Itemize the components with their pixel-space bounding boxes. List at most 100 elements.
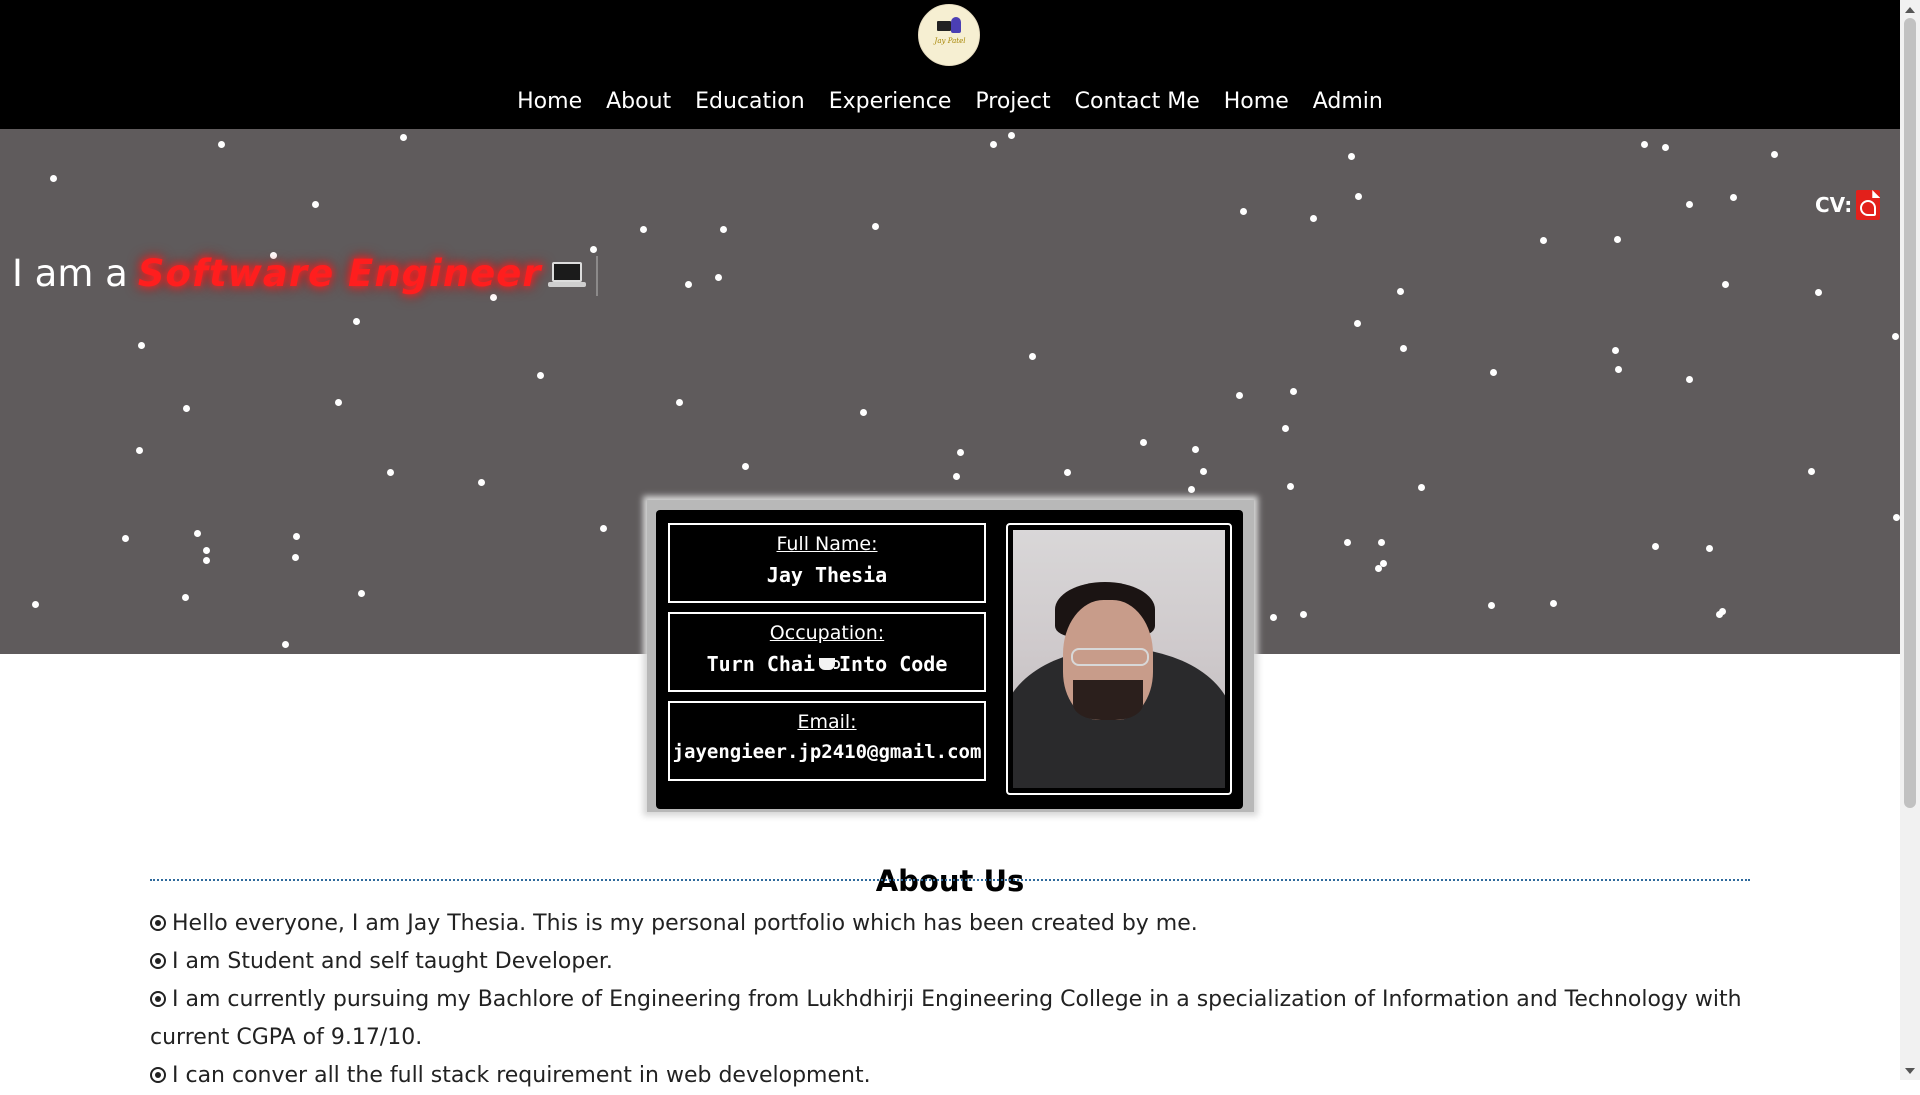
star-dot: [1540, 237, 1547, 244]
star-dot: [1287, 483, 1294, 490]
cv-label: CV:: [1815, 193, 1853, 217]
occupation-box: Occupation: Turn Chai Into Code: [668, 612, 986, 692]
typing-headline: I am a Software Engineer: [12, 252, 598, 296]
star-dot: [685, 281, 692, 288]
laptop-icon: [547, 262, 586, 288]
nav-admin[interactable]: Admin: [1301, 84, 1395, 120]
star-dot: [1893, 514, 1900, 521]
star-dot: [1290, 388, 1297, 395]
star-dot: [138, 342, 145, 349]
star-dot: [312, 201, 319, 208]
star-dot: [1400, 345, 1407, 352]
star-dot: [203, 557, 210, 564]
star-dot: [1418, 484, 1425, 491]
about-divider: [150, 879, 1750, 881]
star-dot: [1771, 151, 1778, 158]
full-name-label: Full Name:: [776, 533, 878, 555]
star-dot: [1354, 320, 1361, 327]
star-dot: [1641, 141, 1648, 148]
nav-about[interactable]: About: [594, 84, 683, 120]
profile-photo: [1013, 530, 1225, 788]
star-dot: [1375, 565, 1382, 572]
star-dot: [1310, 215, 1317, 222]
star-dot: [1892, 333, 1899, 340]
nav-home[interactable]: Home: [505, 84, 594, 120]
star-dot: [600, 525, 607, 532]
star-dot: [1550, 600, 1557, 607]
scroll-down-arrow-icon[interactable]: [1900, 1062, 1920, 1080]
typing-prefix: I am a: [12, 252, 128, 295]
occupation-post: Into Code: [839, 652, 948, 676]
about-item: I am currently pursuing my Bachlore of E…: [150, 981, 1750, 1057]
star-dot: [1064, 469, 1071, 476]
main-nav: Home About Education Experience Project …: [0, 84, 1900, 120]
about-item-text: I am currently pursuing my Bachlore of E…: [150, 987, 1742, 1050]
star-dot: [1348, 153, 1355, 160]
star-dot: [50, 175, 57, 182]
occupation-label: Occupation:: [769, 622, 885, 644]
star-dot: [1378, 539, 1385, 546]
bullet-icon: [150, 991, 166, 1007]
star-dot: [1200, 468, 1207, 475]
star-dot: [1270, 614, 1277, 621]
star-dot: [1029, 353, 1036, 360]
nav-education[interactable]: Education: [683, 84, 817, 120]
star-dot: [1686, 201, 1693, 208]
star-dot: [1355, 193, 1362, 200]
star-dot: [122, 535, 129, 542]
star-dot: [720, 226, 727, 233]
logo-laptop-icon: [937, 21, 951, 31]
about-heading: About Us: [875, 864, 1025, 899]
page-scrollbar[interactable]: [1900, 0, 1920, 1080]
star-dot: [860, 409, 867, 416]
top-navbar: Jay Patel Home About Education Experienc…: [0, 0, 1900, 129]
about-item: I can conver all the full stack requirem…: [150, 1057, 1750, 1095]
star-dot: [293, 533, 300, 540]
bullet-icon: [150, 915, 166, 931]
star-dot: [1615, 366, 1622, 373]
logo-signature: Jay Patel: [934, 37, 966, 45]
star-dot: [32, 601, 39, 608]
email-value[interactable]: jayengieer.jp2410@gmail.com: [670, 741, 984, 763]
star-dot: [203, 547, 210, 554]
star-dot: [537, 372, 544, 379]
profile-card: Full Name: Jay Thesia Occupation: Turn C…: [656, 510, 1243, 809]
star-dot: [1490, 369, 1497, 376]
star-dot: [1612, 347, 1619, 354]
star-dot: [957, 449, 964, 456]
star-dot: [194, 530, 201, 537]
star-dot: [292, 554, 299, 561]
nav-home-2[interactable]: Home: [1212, 84, 1301, 120]
star-dot: [1008, 132, 1015, 139]
star-dot: [715, 274, 722, 281]
star-dot: [1706, 545, 1713, 552]
star-dot: [1236, 392, 1243, 399]
email-label: Email:: [797, 711, 857, 733]
star-dot: [742, 463, 749, 470]
scroll-thumb[interactable]: [1904, 18, 1916, 808]
star-dot: [1344, 539, 1351, 546]
star-dot: [1282, 425, 1289, 432]
star-dot: [1240, 208, 1247, 215]
star-dot: [387, 469, 394, 476]
bullet-icon: [150, 953, 166, 969]
cv-download[interactable]: CV:: [1815, 190, 1881, 220]
star-dot: [1488, 602, 1495, 609]
pdf-icon[interactable]: [1856, 190, 1881, 220]
star-dot: [400, 134, 407, 141]
star-dot: [1300, 611, 1307, 618]
tea-cup-icon: [819, 658, 840, 670]
star-dot: [183, 405, 190, 412]
star-dot: [676, 399, 683, 406]
site-logo[interactable]: Jay Patel: [918, 4, 980, 66]
typing-role: Software Engineer: [137, 252, 542, 295]
nav-experience[interactable]: Experience: [817, 84, 964, 120]
nav-contact-me[interactable]: Contact Me: [1063, 84, 1212, 120]
profile-photo-frame: [1006, 523, 1232, 795]
star-dot: [335, 399, 342, 406]
bullet-icon: [150, 1067, 166, 1083]
nav-project[interactable]: Project: [963, 84, 1062, 120]
about-item-text: Hello everyone, I am Jay Thesia. This is…: [172, 911, 1198, 936]
star-dot: [872, 223, 879, 230]
scroll-up-arrow-icon[interactable]: [1900, 0, 1920, 18]
